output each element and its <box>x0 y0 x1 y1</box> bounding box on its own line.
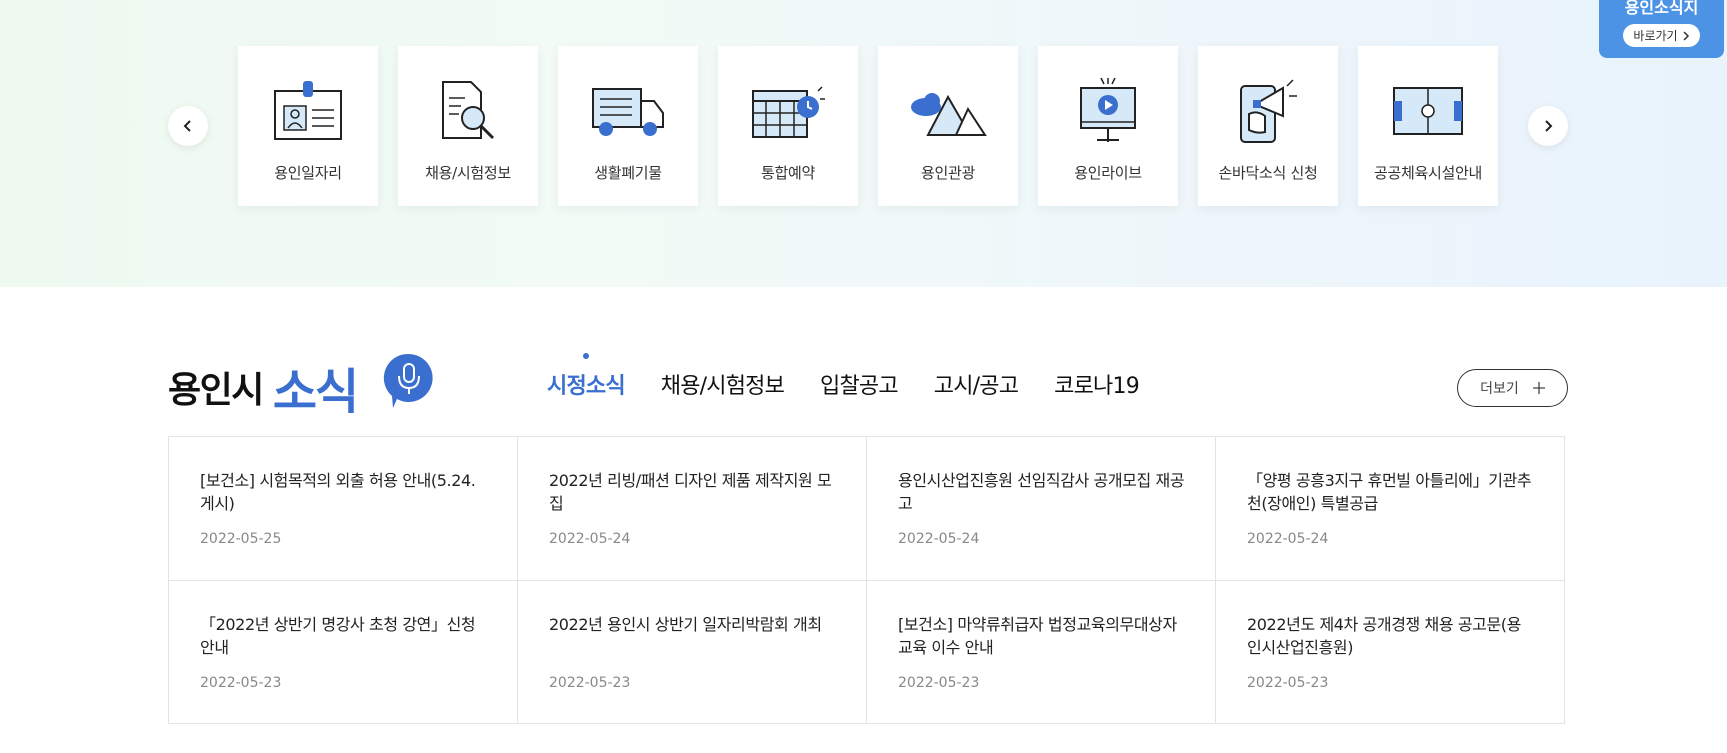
news-section-title: 용인시 소식 <box>168 352 359 422</box>
news-item-title: [보건소] 시험목적의 외출 허용 안내(5.24. 게시) <box>200 471 476 513</box>
news-item-date: 2022-05-24 <box>549 531 631 547</box>
tab-recruitment[interactable]: 채용/시험정보 <box>661 368 785 400</box>
service-tile-live[interactable]: 용인라이브 <box>1038 46 1178 206</box>
news-item[interactable]: [보건소] 시험목적의 외출 허용 안내(5.24. 게시) 2022-05-2… <box>169 437 518 581</box>
news-item-date: 2022-05-23 <box>898 674 980 691</box>
tab-bids[interactable]: 입찰공고 <box>820 368 899 400</box>
news-item[interactable]: 2022년도 제4차 공개경쟁 채용 공고문(용인시산업진흥원) 2022-05… <box>1216 580 1565 724</box>
news-item-title: 「양평 공흥3지구 휴먼빌 아틀리에」기관추천(장애인) 특별공급 <box>1247 471 1532 513</box>
news-item-date: 2022-05-24 <box>898 531 980 547</box>
news-item-date: 2022-05-25 <box>200 531 282 547</box>
mountain-icon <box>911 93 987 136</box>
service-label: 채용/시험정보 <box>425 164 511 182</box>
service-label: 용인관광 <box>920 164 975 182</box>
news-item[interactable]: 용인시산업진흥원 선임직감사 공개모집 재공고 2022-05-24 <box>867 437 1216 581</box>
chevron-right-icon <box>1683 30 1689 41</box>
id-card-icon <box>274 81 342 140</box>
carousel-next-button[interactable] <box>1528 106 1568 146</box>
service-label: 생활폐기물 <box>594 164 662 182</box>
video-screen-icon <box>1080 77 1136 142</box>
service-banner: 용인일자리 채용/시험정보 생활폐기물 통합예약 용인관광 용인라이브 손바닥소… <box>0 0 1727 287</box>
news-item-title: [보건소] 마약류취급자 법정교육의무대상자 교육 이수 안내 <box>898 614 1177 657</box>
service-label: 통합예약 <box>760 164 815 182</box>
service-tile-reservation[interactable]: 통합예약 <box>718 46 858 206</box>
tab-notices[interactable]: 고시/공고 <box>934 368 1019 400</box>
service-label: 공공체육시설안내 <box>1373 164 1482 182</box>
news-item-date: 2022-05-24 <box>1247 531 1329 547</box>
news-item-title: 2022년도 제4차 공개경쟁 채용 공고문(용인시산업진흥원) <box>1247 614 1521 657</box>
chevron-right-icon <box>1545 120 1553 132</box>
news-item-title: 「2022년 상반기 명강사 초청 강연」신청 안내 <box>200 614 476 657</box>
service-tile-waste[interactable]: 생활폐기물 <box>558 46 698 206</box>
shortcut-go-label: 바로가기 <box>1633 29 1678 43</box>
news-list: [보건소] 시험목적의 외출 허용 안내(5.24. 게시) 2022-05-2… <box>168 436 1565 724</box>
service-tile-palm-news[interactable]: 손바닥소식 신청 <box>1198 46 1338 206</box>
truck-icon <box>592 88 664 136</box>
news-item-title: 용인시산업진흥원 선임직감사 공개모집 재공고 <box>898 471 1185 513</box>
newsletter-shortcut: 용인소식지 바로가기 <box>1599 0 1724 58</box>
news-item[interactable]: 「2022년 상반기 명강사 초청 강연」신청 안내 2022-05-23 <box>169 580 518 724</box>
service-tile-tourism[interactable]: 용인관광 <box>878 46 1018 206</box>
news-item-title: 2022년 리빙/패션 디자인 제품 제작지원 모집 <box>549 471 832 513</box>
more-button[interactable]: 더보기 <box>1457 369 1568 407</box>
phone-megaphone-icon <box>1240 79 1297 143</box>
shortcut-title: 용인소식지 <box>1624 0 1699 17</box>
news-item[interactable]: 「양평 공흥3지구 휴먼빌 아틀리에」기관추천(장애인) 특별공급 2022-0… <box>1216 437 1565 581</box>
chevron-left-icon <box>183 120 191 132</box>
news-item[interactable]: 2022년 리빙/패션 디자인 제품 제작지원 모집 2022-05-24 <box>518 437 867 581</box>
document-search-icon <box>442 81 495 140</box>
news-item-date: 2022-05-23 <box>1247 674 1329 691</box>
news-title-prefix: 용인시 <box>168 370 264 411</box>
news-title-highlight: 소식 <box>272 364 359 420</box>
news-item-title: 2022년 용인시 상반기 일자리박람회 개최 <box>549 614 822 634</box>
service-tile-recruit[interactable]: 채용/시험정보 <box>398 46 538 206</box>
more-label: 더보기 <box>1480 381 1519 397</box>
service-tile-jobs[interactable]: 용인일자리 <box>238 46 378 206</box>
news-item-date: 2022-05-23 <box>200 674 282 691</box>
service-tile-sports[interactable]: 공공체육시설안내 <box>1358 46 1498 206</box>
carousel-prev-button[interactable] <box>168 106 208 146</box>
plus-icon <box>1532 382 1545 394</box>
tab-covid19[interactable]: 코로나19 <box>1054 368 1140 400</box>
field-icon <box>1393 87 1463 135</box>
service-label: 손바닥소식 신청 <box>1218 164 1318 182</box>
shortcut-go-button[interactable]: 바로가기 <box>1623 24 1700 47</box>
news-item[interactable]: [보건소] 마약류취급자 법정교육의무대상자 교육 이수 안내 2022-05-… <box>867 580 1216 724</box>
tab-city-news[interactable]: 시정소식 <box>547 353 626 400</box>
service-label: 용인일자리 <box>274 164 342 182</box>
service-label: 용인라이브 <box>1074 164 1142 182</box>
microphone-icon <box>383 353 433 408</box>
news-tabs: 시정소식 채용/시험정보 입찰공고 고시/공고 코로나19 <box>547 353 1140 400</box>
news-item[interactable]: 2022년 용인시 상반기 일자리박람회 개최 2022-05-23 <box>518 580 867 724</box>
calendar-icon <box>752 86 825 138</box>
news-item-date: 2022-05-23 <box>549 674 631 691</box>
